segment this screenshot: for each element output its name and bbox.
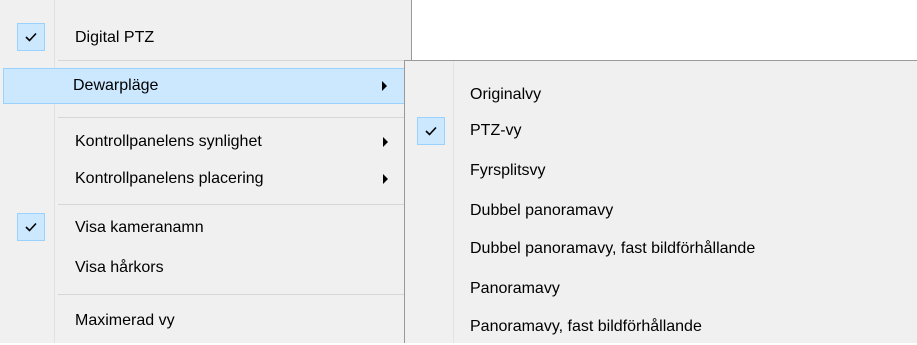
submenu-item-original-view[interactable]: Originalvy: [408, 77, 914, 113]
menu-item-label: Digital PTZ: [75, 29, 155, 46]
menu-item-label: Kontrollpanelens placering: [75, 170, 264, 187]
submenu-item-label: Panoramavy, fast bildförhållande: [470, 318, 702, 335]
menu-item-digital-ptz[interactable]: Digital PTZ: [3, 20, 408, 56]
menu-item-label: Dewarpläge: [73, 77, 159, 94]
submenu-item-quad-split-view[interactable]: Fyrsplitsvy: [408, 153, 914, 189]
submenu-item-label: Dubbel panoramavy: [470, 202, 614, 219]
menu-item-control-panel-visibility[interactable]: Kontrollpanelens synlighet: [3, 124, 408, 160]
menu-item-label: Kontrollpanelens synlighet: [75, 133, 262, 150]
menu-item-control-panel-placement[interactable]: Kontrollpanelens placering: [3, 161, 408, 197]
submenu-item-double-panorama-fixed-aspect[interactable]: Dubbel panoramavy, fast bildförhållande: [408, 231, 914, 267]
menu-item-show-camera-name[interactable]: Visa kameranamn: [3, 210, 408, 246]
submenu-item-panorama-view[interactable]: Panoramavy: [408, 271, 914, 307]
submenu-item-double-panorama-view[interactable]: Dubbel panoramavy: [408, 193, 914, 229]
submenu-item-label: Panoramavy: [470, 280, 560, 297]
menu-item-dewarp-mode[interactable]: Dewarpläge: [3, 68, 408, 104]
submenu-item-label: Fyrsplitsvy: [470, 162, 546, 179]
check-icon: [17, 23, 45, 51]
menu-separator: [58, 117, 405, 118]
menu-item-show-crosshair[interactable]: Visa hårkors: [3, 250, 408, 286]
menu-item-maximized-view[interactable]: Maximerad vy: [3, 303, 408, 339]
check-icon: [17, 213, 45, 241]
check-icon: [417, 117, 445, 145]
submenu-item-label: Dubbel panoramavy, fast bildförhållande: [470, 240, 756, 257]
submenu-arrow-icon: [382, 81, 387, 91]
menu-separator: [58, 204, 405, 205]
dewarp-submenu: Originalvy PTZ-vy Fyrsplitsvy Dubbel pan…: [404, 60, 917, 343]
menu-separator: [58, 60, 405, 61]
submenu-arrow-icon: [383, 174, 388, 184]
submenu-arrow-icon: [383, 137, 388, 147]
menu-item-label: Maximerad vy: [75, 312, 175, 329]
submenu-item-label: Originalvy: [470, 86, 542, 103]
context-menu: Digital PTZ Dewarpläge Kontrollpanelens …: [0, 0, 412, 343]
menu-item-label: Visa kameranamn: [75, 219, 204, 236]
menu-item-label: Visa hårkors: [75, 259, 164, 276]
submenu-item-label: PTZ-vy: [470, 122, 522, 139]
submenu-item-panorama-fixed-aspect[interactable]: Panoramavy, fast bildförhållande: [408, 309, 914, 345]
submenu-item-ptz-view[interactable]: PTZ-vy: [408, 113, 914, 149]
menu-separator: [58, 294, 405, 295]
